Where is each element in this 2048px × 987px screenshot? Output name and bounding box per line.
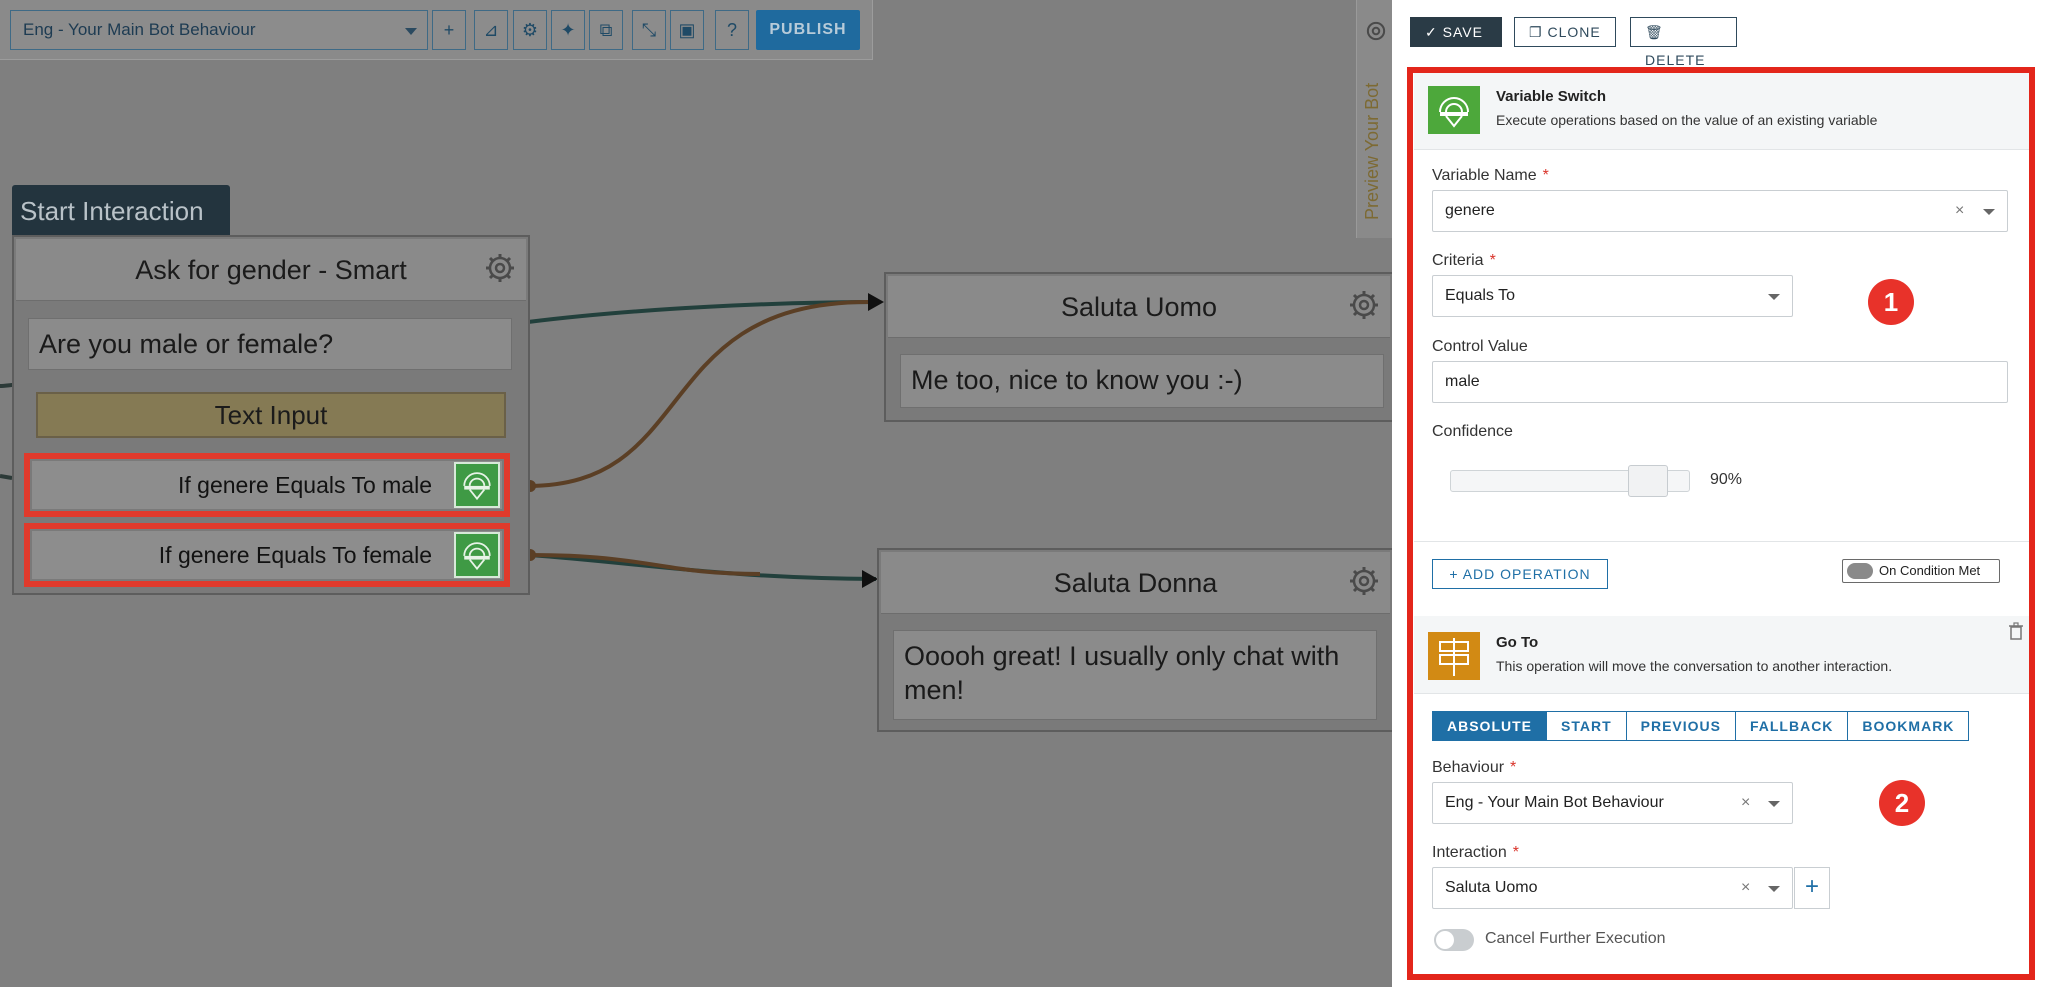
condition-row-male[interactable]: If genere Equals To male bbox=[24, 453, 510, 517]
condition-label: If genere Equals To female bbox=[32, 531, 502, 579]
behaviour-select-value: Eng - Your Main Bot Behaviour bbox=[23, 20, 256, 39]
canvas-toolbar: Eng - Your Main Bot Behaviour + ⊿ ⚙ ✦ ⧉ … bbox=[0, 0, 873, 60]
preview-tab-label[interactable]: Preview Your Bot bbox=[1362, 83, 1383, 220]
publish-button[interactable]: PUBLISH bbox=[756, 10, 860, 50]
puzzle-icon[interactable]: ✦ bbox=[551, 10, 585, 50]
chevron-down-icon bbox=[405, 28, 417, 35]
node-title: Saluta Donna bbox=[881, 552, 1390, 614]
flow-canvas[interactable]: Start Interaction Ask for gender - Smart… bbox=[0, 0, 1394, 987]
delete-button[interactable]: 🗑 DELETE bbox=[1630, 17, 1737, 68]
node-title: Saluta Uomo bbox=[888, 276, 1390, 338]
node-message-bubble[interactable]: Ooooh great! I usually only chat with me… bbox=[893, 630, 1377, 720]
save-button[interactable]: ✓ SAVE bbox=[1410, 17, 1502, 47]
help-icon[interactable]: ? bbox=[715, 10, 749, 50]
variable-switch-icon bbox=[454, 532, 500, 578]
copy-icon: ❐ bbox=[1529, 24, 1548, 40]
trash-icon: 🗑 bbox=[1645, 24, 1664, 40]
step-badge-1: 1 bbox=[1868, 279, 1914, 325]
chart-icon[interactable]: ⊿ bbox=[474, 10, 508, 50]
check-icon: ✓ bbox=[1425, 24, 1443, 40]
gear-icon[interactable] bbox=[1348, 565, 1380, 597]
add-icon[interactable]: + bbox=[432, 10, 466, 50]
text-input-chip[interactable]: Text Input bbox=[36, 392, 506, 438]
node-title: Ask for gender - Smart bbox=[16, 239, 526, 301]
condition-row-female[interactable]: If genere Equals To female bbox=[24, 523, 510, 587]
image-icon[interactable]: ▣ bbox=[670, 10, 704, 50]
node-message-bubble[interactable]: Me too, nice to know you :-) bbox=[900, 354, 1384, 408]
gear-icon[interactable] bbox=[484, 252, 516, 284]
condition-label: If genere Equals To male bbox=[32, 461, 502, 509]
node-message-bubble[interactable]: Are you male or female? bbox=[28, 318, 512, 370]
start-interaction-tag: Start Interaction bbox=[12, 185, 230, 237]
variable-switch-icon bbox=[454, 462, 500, 508]
collapse-icon[interactable]: ⤡ bbox=[632, 10, 666, 50]
step-badge-2: 2 bbox=[1879, 780, 1925, 826]
highlight-frame bbox=[1407, 67, 2035, 980]
clone-button[interactable]: ❐ CLONE bbox=[1514, 17, 1616, 47]
gear-icon[interactable]: ⚙ bbox=[513, 10, 547, 50]
export-icon[interactable]: ⧉ bbox=[589, 10, 623, 50]
behaviour-select[interactable]: Eng - Your Main Bot Behaviour bbox=[10, 10, 428, 50]
gear-icon[interactable] bbox=[1363, 18, 1389, 44]
gear-icon[interactable] bbox=[1348, 289, 1380, 321]
